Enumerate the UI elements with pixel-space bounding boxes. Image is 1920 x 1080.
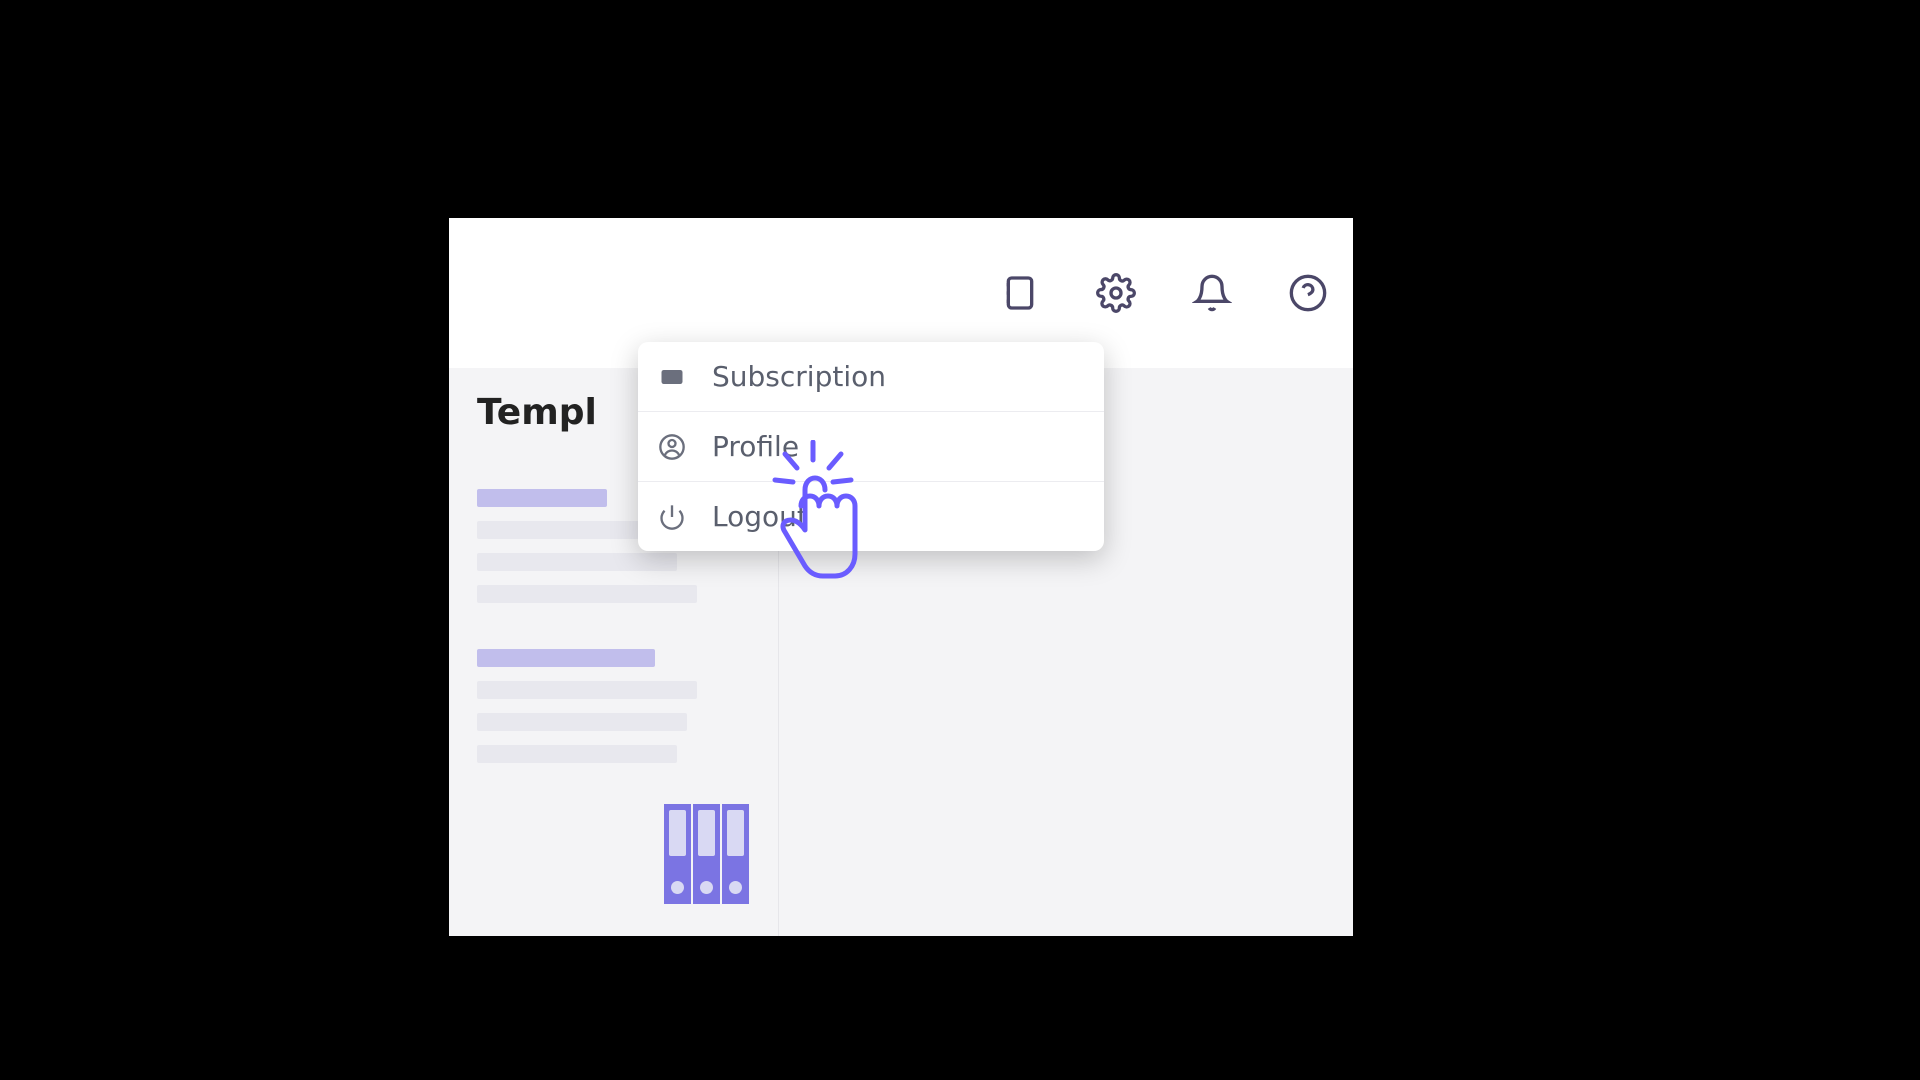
menu-item-logout[interactable]: Logout [638,482,1104,551]
journal-icon [1000,273,1040,313]
menu-item-label: Subscription [712,360,886,393]
menu-item-label: Logout [712,500,808,533]
menu-item-profile[interactable]: Profile [638,412,1104,482]
power-icon [658,503,686,531]
app-window: Templ Subscription [449,218,1353,936]
placeholder-line [477,585,697,603]
placeholder-line [477,681,697,699]
binder-icon [664,804,691,904]
journal-button[interactable] [995,268,1045,318]
settings-button[interactable] [1091,268,1141,318]
help-button[interactable] [1283,268,1333,318]
user-circle-icon [658,433,686,461]
app-frame: Templ Subscription [449,218,1353,936]
placeholder-line [477,489,607,507]
settings-dropdown: Subscription Profile Logout [638,342,1104,551]
placeholder-line [477,713,687,731]
notifications-button[interactable] [1187,268,1237,318]
binder-icon [693,804,720,904]
gear-icon [1096,273,1136,313]
binders-illustration [664,804,751,904]
bell-icon [1192,273,1232,313]
placeholder-line [477,553,677,571]
menu-item-label: Profile [712,430,799,463]
wallet-icon [658,363,686,391]
binder-icon [722,804,749,904]
help-icon [1288,273,1328,313]
menu-item-subscription[interactable]: Subscription [638,342,1104,412]
placeholder-line [477,649,655,667]
placeholder-line [477,745,677,763]
